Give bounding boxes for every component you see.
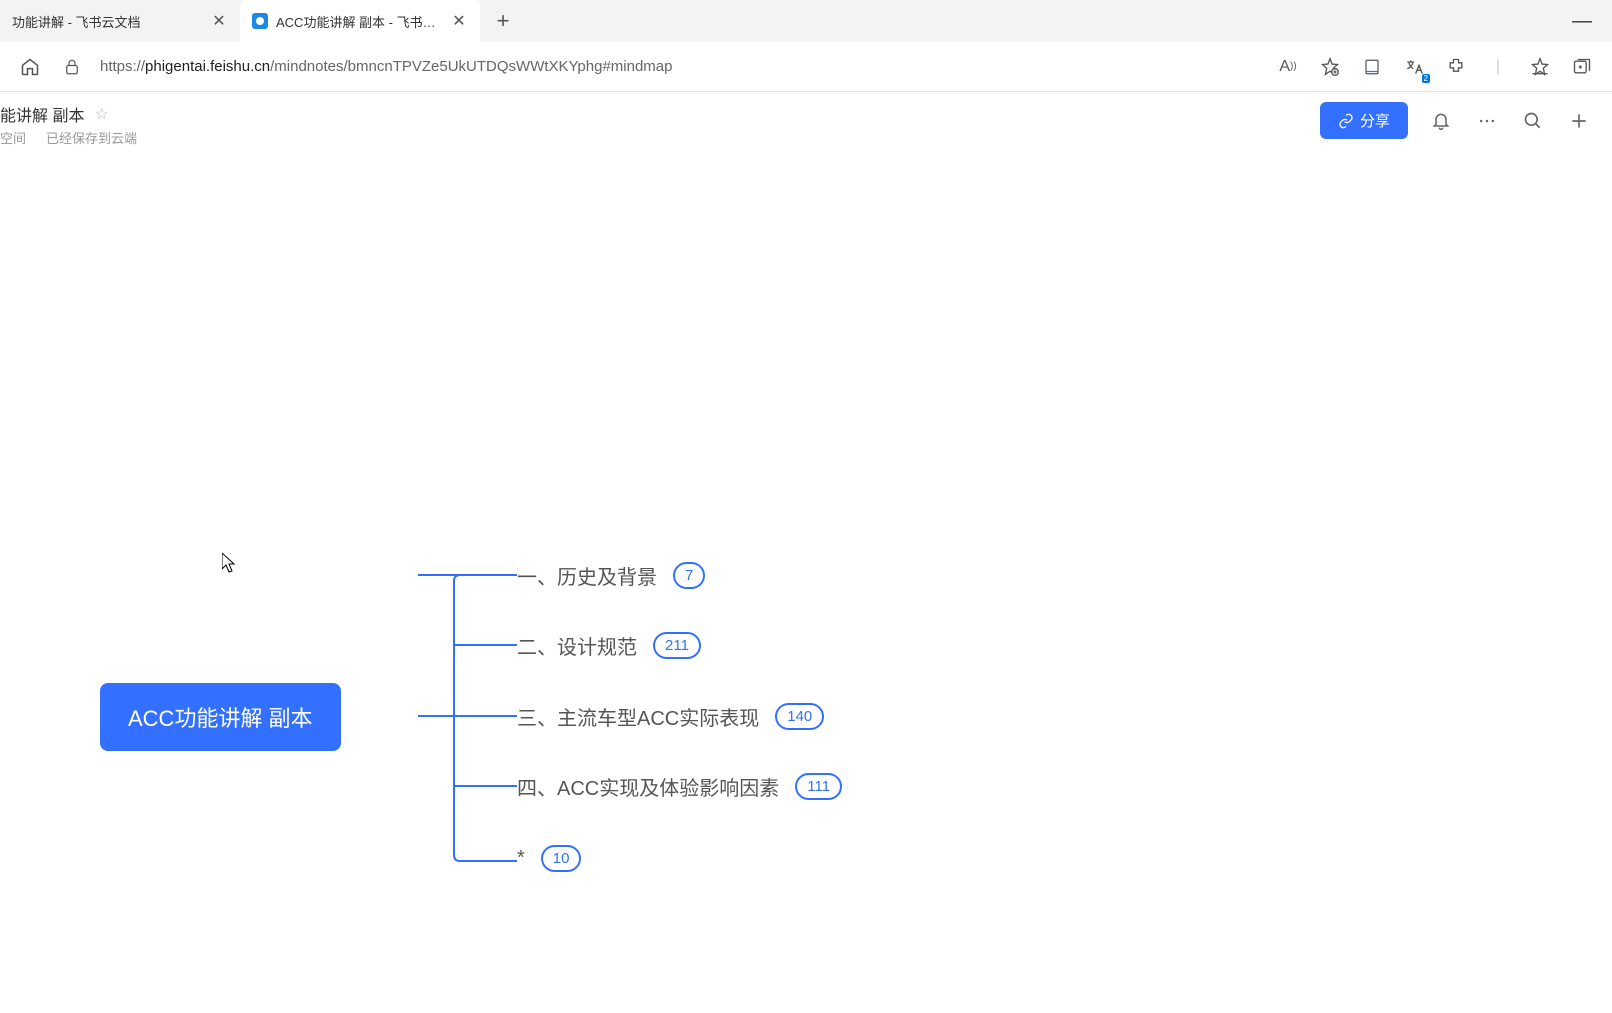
url-prefix: https:// (100, 58, 145, 75)
favorites-bar-icon[interactable] (1526, 53, 1554, 81)
url-host: phigentai.feishu.cn (145, 58, 270, 75)
branch-count-badge[interactable]: 140 (775, 703, 824, 730)
star-icon[interactable]: ☆ (94, 104, 108, 124)
browser-tab-1[interactable]: 功能讲解 - 飞书云文档 ✕ (0, 0, 240, 42)
page-icon[interactable] (1358, 53, 1386, 81)
site-info-icon[interactable] (58, 53, 86, 81)
address-bar-actions: A)) 2 | (1274, 53, 1596, 81)
branch-count-badge[interactable]: 7 (673, 562, 705, 589)
more-icon[interactable] (1474, 108, 1500, 134)
home-icon[interactable] (16, 53, 44, 81)
close-tab-icon[interactable]: ✕ (450, 12, 468, 30)
branch-count-badge[interactable]: 10 (541, 845, 582, 872)
browser-tab-strip: 功能讲解 - 飞书云文档 ✕ ACC功能讲解 副本 - 飞书云文档 ✕ + — (0, 0, 1612, 42)
close-tab-icon[interactable]: ✕ (210, 12, 228, 30)
browser-tab-2[interactable]: ACC功能讲解 副本 - 飞书云文档 ✕ (240, 0, 480, 42)
mindmap-canvas[interactable]: ACC功能讲解 副本 一、历史及背景 7 二、设计规范 211 三、主流车型AC… (0, 155, 1612, 1013)
notifications-icon[interactable] (1428, 108, 1454, 134)
url-path: /mindnotes/bmncnTPVZe5UkUTDQsWWtXKYphg#m… (270, 58, 672, 75)
mindmap-branch-4[interactable]: 四、ACC实现及体验影响因素 111 (517, 772, 842, 801)
doc-header-left: 能讲解 副本 ☆ 空间 已经保存到云端 (0, 102, 137, 147)
branch-label: 一、历史及背景 (517, 561, 657, 590)
share-label: 分享 (1360, 110, 1390, 131)
feishu-favicon (252, 13, 268, 29)
mindmap-branch-3[interactable]: 三、主流车型ACC实际表现 140 (517, 702, 824, 731)
collections-icon[interactable] (1568, 53, 1596, 81)
mindmap-branch-2[interactable]: 二、设计规范 211 (517, 631, 701, 660)
document-title: 能讲解 副本 (0, 102, 84, 126)
favorite-add-icon[interactable] (1316, 53, 1344, 81)
branch-count-badge[interactable]: 111 (795, 773, 842, 800)
document-header: 能讲解 副本 ☆ 空间 已经保存到云端 分享 (0, 92, 1612, 155)
cursor-icon (222, 553, 238, 578)
add-icon[interactable] (1566, 108, 1592, 134)
search-icon[interactable] (1520, 108, 1546, 134)
root-node-label: ACC功能讲解 副本 (128, 706, 313, 731)
url-display[interactable]: https://phigentai.feishu.cn/mindnotes/bm… (100, 58, 1260, 75)
doc-saved-status: 已经保存到云端 (46, 128, 137, 147)
mindmap-root-node[interactable]: ACC功能讲解 副本 (100, 683, 341, 751)
address-bar: https://phigentai.feishu.cn/mindnotes/bm… (0, 42, 1612, 92)
mindmap-connectors (0, 155, 1000, 955)
branch-label: * (517, 847, 525, 870)
mindmap-branch-5[interactable]: * 10 (517, 845, 581, 872)
doc-header-right: 分享 (1320, 102, 1592, 139)
branch-label: 四、ACC实现及体验影响因素 (517, 772, 779, 801)
mindmap-branch-1[interactable]: 一、历史及背景 7 (517, 561, 705, 590)
translate-badge: 2 (1422, 74, 1430, 83)
divider: | (1484, 53, 1512, 81)
window-minimize-icon[interactable]: — (1572, 10, 1592, 33)
branch-label: 三、主流车型ACC实际表现 (517, 702, 759, 731)
doc-space-label: 空间 (0, 128, 26, 147)
new-tab-button[interactable]: + (486, 4, 520, 38)
tab-title: 功能讲解 - 飞书云文档 (12, 12, 204, 31)
read-aloud-icon[interactable]: A)) (1274, 53, 1302, 81)
tab-title: ACC功能讲解 副本 - 飞书云文档 (276, 12, 444, 31)
branch-label: 二、设计规范 (517, 631, 637, 660)
branch-count-badge[interactable]: 211 (653, 632, 701, 659)
extensions-icon[interactable] (1442, 53, 1470, 81)
share-button[interactable]: 分享 (1320, 102, 1408, 139)
translate-icon[interactable]: 2 (1400, 53, 1428, 81)
